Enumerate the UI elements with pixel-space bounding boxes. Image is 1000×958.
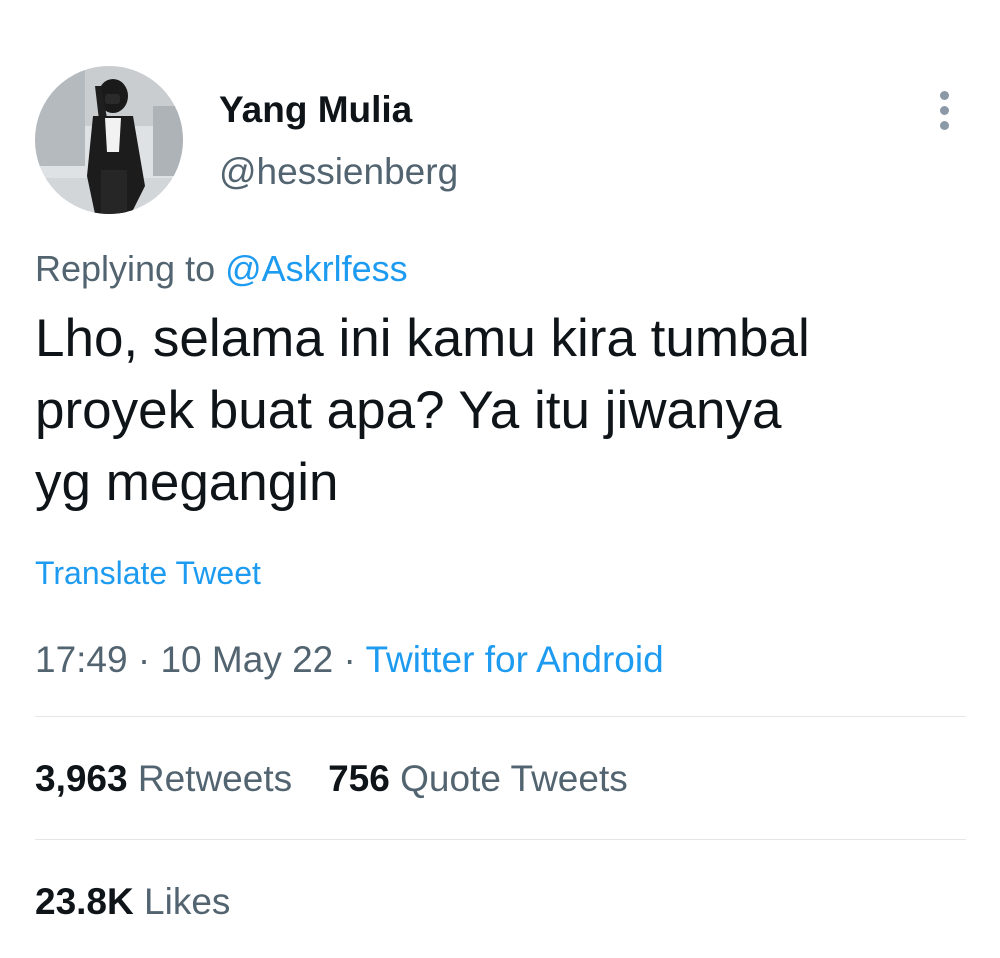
quote-tweets-label: Quote Tweets (400, 758, 628, 799)
tweet-text-line: Lho, selama ini kamu kira tumbal (35, 309, 810, 368)
tweet-time[interactable]: 17:49 (35, 639, 128, 680)
tweet-meta: 17:49 · 10 May 22 · Twitter for Android (35, 637, 664, 683)
meta-separator: · (127, 639, 161, 680)
likes-count: 23.8K (35, 881, 134, 922)
likes-label: Likes (144, 881, 231, 922)
replying-to-label: Replying to (35, 248, 226, 289)
tweet-text: Lho, selama ini kamu kira tumbal proyek … (35, 303, 965, 519)
quote-tweets-stat[interactable]: 756 Quote Tweets (328, 758, 628, 799)
likes-stat[interactable]: 23.8K Likes (35, 881, 230, 922)
tweet-text-line: proyek buat apa? Ya itu jiwanya (35, 381, 782, 440)
author-display-name[interactable]: Yang Mulia (219, 88, 412, 132)
meta-separator: · (333, 639, 366, 680)
avatar[interactable] (35, 66, 183, 214)
more-vertical-icon-dot (939, 105, 949, 115)
profile-photo (35, 66, 183, 214)
tweet-source-link[interactable]: Twitter for Android (365, 639, 663, 680)
reply-to-handle-link[interactable]: @Askrlfess (225, 248, 408, 289)
more-vertical-icon (939, 90, 949, 100)
more-options-button[interactable] (924, 86, 964, 134)
retweets-label: Retweets (137, 758, 293, 799)
likes-stats: 23.8K Likes (35, 879, 230, 925)
quote-tweets-count: 756 (328, 758, 390, 799)
retweets-count: 3,963 (35, 758, 128, 799)
divider (35, 839, 966, 840)
author-handle[interactable]: @hessienberg (219, 150, 458, 194)
divider (35, 716, 966, 717)
tweet-text-line: yg megangin (35, 453, 339, 512)
retweets-stat[interactable]: 3,963 Retweets (35, 758, 292, 799)
more-vertical-icon-dot (939, 120, 949, 130)
engagement-stats: 3,963 Retweets 756 Quote Tweets (35, 756, 628, 802)
replying-to: Replying to @Askrlfess (35, 246, 408, 292)
translate-tweet-link[interactable]: Translate Tweet (35, 553, 261, 593)
tweet-date[interactable]: 10 May 22 (160, 639, 333, 680)
